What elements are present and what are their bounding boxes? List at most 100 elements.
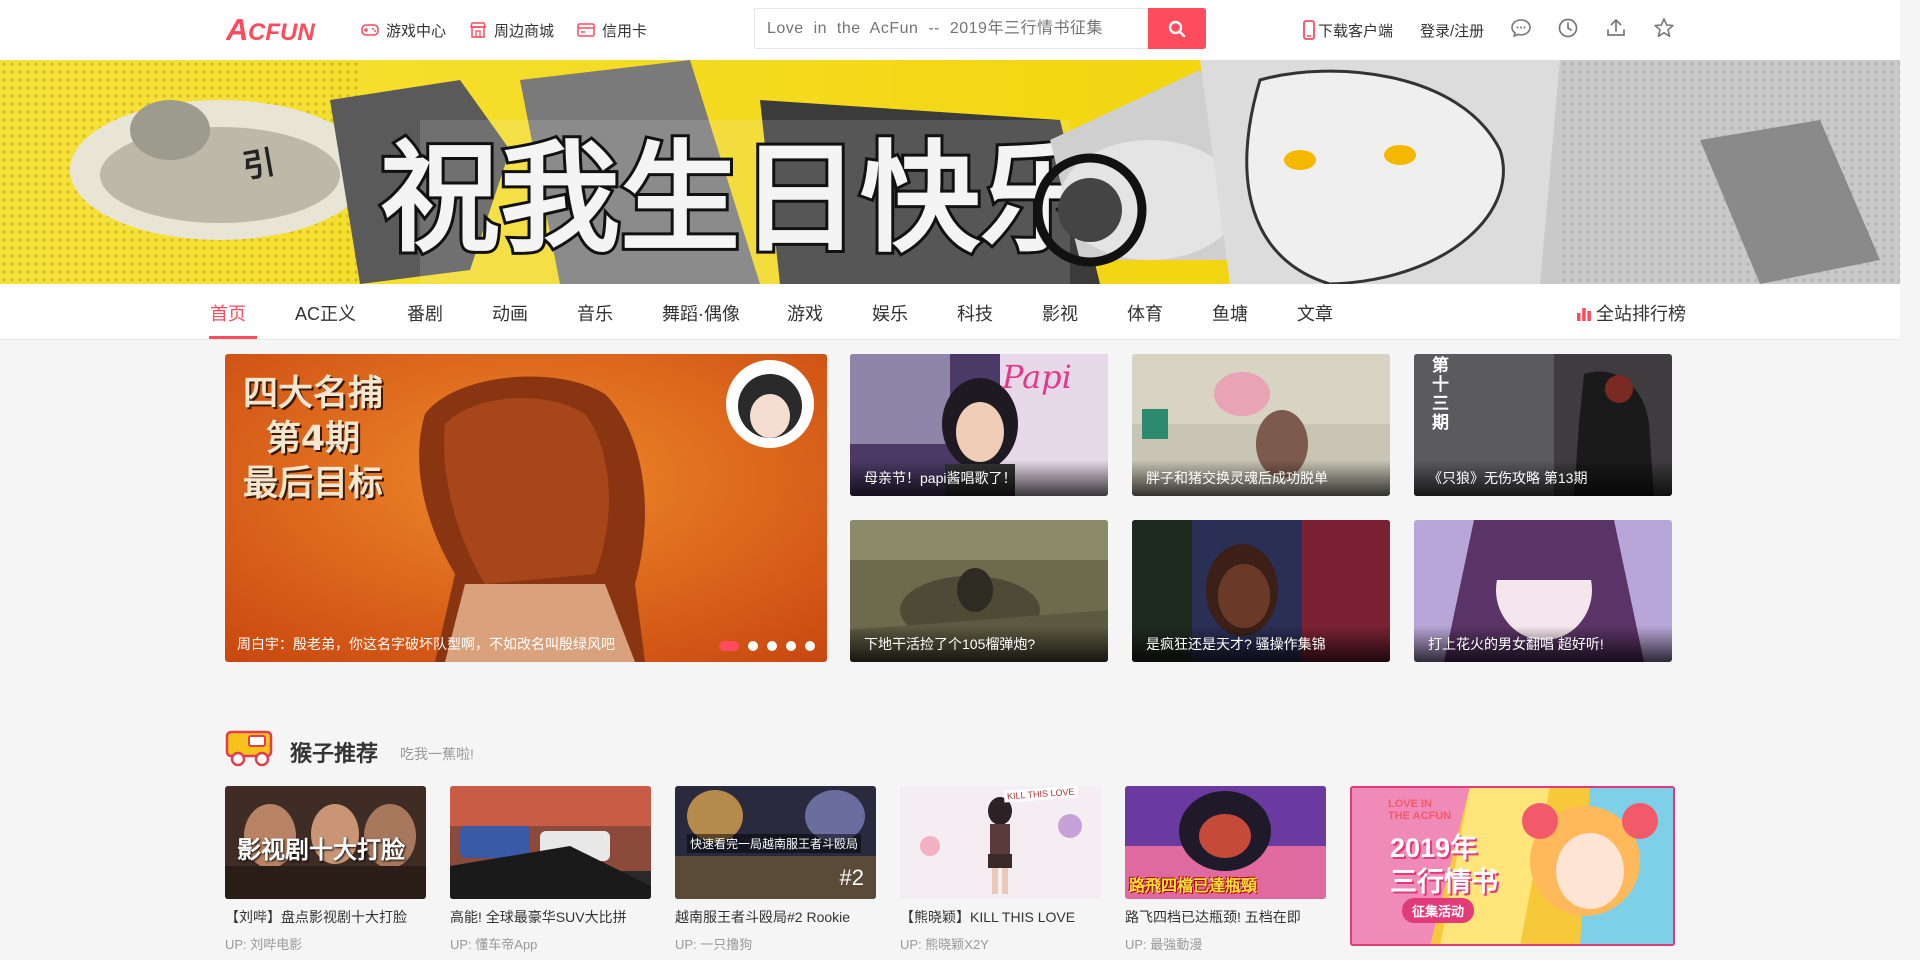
tile-caption: 是疯狂还是天才? 骚操作集锦 [1132, 626, 1390, 662]
video-card[interactable]: 影视剧十大打脸 【刘哔】盘点影视剧十大打脸 UP: 刘哔电影 [225, 786, 426, 960]
video-thumbnail-overlay: 影视剧十大打脸 [237, 837, 405, 864]
promo-line-1: LOVE IN [1388, 798, 1433, 810]
login-register-link[interactable]: 登录/注册 [1420, 19, 1484, 41]
hero-caption: 周白宇：殷老弟，你这名字破坏队型啊，不如改名叫殷绿风吧 [237, 636, 615, 652]
search-button[interactable] [1148, 8, 1206, 49]
video-uploader: UP: 最強動漫 [1125, 937, 1203, 952]
nav-item-animation[interactable]: 动画 [492, 300, 528, 326]
video-thumbnail-overlay: 快速看完一局越南服王者斗殴局 [687, 834, 862, 853]
acfun-logo[interactable]: A CFUN [226, 10, 338, 46]
tile-caption: 《只狼》无伤攻略 第13期 [1414, 460, 1672, 496]
gamepad-icon [361, 24, 379, 36]
video-card[interactable]: 快速看完一局越南服王者斗殴局 #2 越南服王者斗殴局#2 Rookie UP: … [675, 786, 876, 960]
video-uploader: UP: 懂车帝App [450, 937, 538, 952]
download-client-label: 下载客户端 [1318, 22, 1394, 40]
feature-tile[interactable]: 胖子和猪交换灵魂后成功脱单 [1132, 354, 1390, 496]
feature-tile[interactable]: 是疯狂还是天才? 骚操作集锦 [1132, 520, 1390, 662]
game-center-label: 游戏中心 [386, 22, 447, 40]
site-ranking-link[interactable]: 全站排行榜 [1576, 300, 1686, 326]
banner-artwork: 祝我生日快乐 引 [0, 60, 1900, 284]
feature-tile[interactable]: 打上花火的男女翻唱 超好听! [1414, 520, 1672, 662]
credit-card-link[interactable]: 信用卡 [576, 19, 647, 41]
video-title: 越南服王者斗殴局#2 Rookie [675, 909, 851, 925]
nav-item-games[interactable]: 游戏 [787, 300, 823, 326]
video-title: 【刘哔】盘点影视剧十大打脸 [225, 909, 407, 925]
nav-item-film-tv[interactable]: 影视 [1042, 300, 1078, 326]
nav-item-tech[interactable]: 科技 [957, 300, 993, 326]
tile-overlay-text: Papi [1002, 358, 1072, 396]
video-title: 【熊晓颖】KILL THIS LOVE [900, 909, 1076, 925]
game-center-link[interactable]: 游戏中心 [360, 19, 446, 41]
site-ranking-label: 全站排行榜 [1596, 304, 1686, 324]
svg-text:引: 引 [240, 143, 278, 186]
feature-tile[interactable]: 第十三期 《只狼》无伤攻略 第13期 [1414, 354, 1672, 496]
nav-active-indicator [209, 336, 257, 339]
nav-item-dance-idol[interactable]: 舞蹈·偶像 [662, 300, 740, 326]
carousel-dot-3[interactable] [767, 641, 777, 651]
carousel-dots [719, 641, 815, 651]
video-thumbnail: 路飛四檔已達瓶頸 [1125, 786, 1326, 899]
video-card[interactable]: 高能! 全球最豪华SUV大比拼 UP: 懂车帝App [450, 786, 651, 960]
shop-label: 周边商城 [494, 22, 555, 40]
promo-line-2: THE ACFUN [1388, 810, 1452, 822]
hero-carousel[interactable]: 四大名捕 第4期 最后目标 周白宇：殷老弟，你这名字破坏队型啊，不如改名叫殷绿风… [225, 354, 827, 662]
video-card[interactable]: KILL THIS LOVE 【熊晓颖】KILL THIS LOVE UP: 熊… [900, 786, 1101, 960]
search-box [754, 8, 1206, 49]
carousel-dot-4[interactable] [786, 641, 796, 651]
tile-caption: 母亲节！papi酱唱歌了！ [850, 460, 1108, 496]
upload-icon[interactable] [1604, 16, 1628, 40]
top-bar: A CFUN 游戏中心 周边商城 信用卡 下载客户端 登录/注册 [0, 0, 1900, 60]
favorite-star-icon[interactable] [1652, 16, 1676, 40]
nav-item-ac-justice[interactable]: AC正义 [295, 300, 356, 326]
nav-item-home[interactable]: 首页 [210, 300, 246, 326]
svg-text:A: A [226, 12, 248, 46]
carousel-dot-2[interactable] [748, 641, 758, 651]
nav-item-articles[interactable]: 文章 [1297, 300, 1333, 326]
video-thumbnail-overlay: 路飛四檔已達瓶頸 [1129, 878, 1258, 895]
nav-item-fish-pond[interactable]: 鱼塘 [1212, 300, 1248, 326]
video-uploader: UP: 刘哔电影 [225, 937, 303, 952]
video-thumbnail [450, 786, 651, 899]
top-banner-image[interactable]: 祝我生日快乐 引 [0, 60, 1900, 284]
carousel-dot-1[interactable] [719, 641, 739, 651]
promo-line-4: 三行情书 [1390, 867, 1498, 897]
video-card[interactable]: 路飛四檔已達瓶頸 路飞四档已达瓶颈! 五档在即 UP: 最強動漫 [1125, 786, 1326, 960]
carousel-dot-5[interactable] [805, 641, 815, 651]
tile-overlay-text: 第十三期 [1428, 356, 1448, 432]
video-uploader: UP: 熊晓颖X2Y [900, 937, 989, 952]
nav-item-sports[interactable]: 体育 [1127, 300, 1163, 326]
svg-text:CFUN: CFUN [248, 19, 315, 46]
nav-item-entertainment[interactable]: 娱乐 [872, 300, 908, 326]
tile-caption: 下地干活捡了个105榴弹炮? [850, 626, 1108, 662]
nav-item-bangumi[interactable]: 番剧 [407, 300, 443, 326]
video-title: 高能! 全球最豪华SUV大比拼 [450, 909, 627, 925]
video-thumbnail: 快速看完一局越南服王者斗殴局 #2 [675, 786, 876, 899]
tile-caption: 胖子和猪交换灵魂后成功脱单 [1132, 460, 1390, 496]
credit-card-icon [577, 23, 595, 37]
hero-overlay-line-2: 第4期 [265, 419, 361, 459]
video-title: 路飞四档已达瓶颈! 五档在即 [1125, 909, 1301, 925]
hero-overlay-line-3: 最后目标 [243, 464, 384, 504]
promo-event-button[interactable]: 征集活动 [1402, 898, 1475, 923]
history-clock-icon[interactable] [1556, 16, 1580, 40]
love-letter-promo-banner[interactable]: LOVE IN THE ACFUN 2019年 三行情书 征集活动 [1350, 786, 1675, 946]
download-client-link[interactable]: 下载客户端 [1303, 19, 1393, 41]
video-thumbnail: 影视剧十大打脸 [225, 786, 426, 899]
bar-chart-icon [1577, 308, 1591, 321]
shop-link[interactable]: 周边商城 [468, 19, 554, 41]
login-register-label: 登录/注册 [1420, 22, 1485, 40]
nav-item-music[interactable]: 音乐 [577, 300, 613, 326]
phone-icon [1303, 20, 1315, 40]
feature-tile[interactable]: 下地干活捡了个105榴弹炮? [850, 520, 1108, 662]
credit-card-label: 信用卡 [602, 22, 648, 40]
section-subtitle: 吃我一蕉啦! [400, 746, 474, 762]
truck-icon [225, 730, 273, 767]
search-input[interactable] [755, 9, 1150, 48]
category-nav: 首页 AC正义 番剧 动画 音乐 舞蹈·偶像 游戏 娱乐 科技 影视 体育 鱼塘… [0, 284, 1900, 340]
message-icon[interactable] [1509, 16, 1533, 40]
svg-text:祝我生日快乐: 祝我生日快乐 [380, 130, 1100, 269]
feature-tile[interactable]: Papi 母亲节！papi酱唱歌了！ [850, 354, 1108, 496]
section-title: 猴子推荐 [290, 741, 379, 766]
hero-overlay-line-1: 四大名捕 [243, 374, 384, 414]
tile-caption: 打上花火的男女翻唱 超好听! [1414, 626, 1672, 662]
